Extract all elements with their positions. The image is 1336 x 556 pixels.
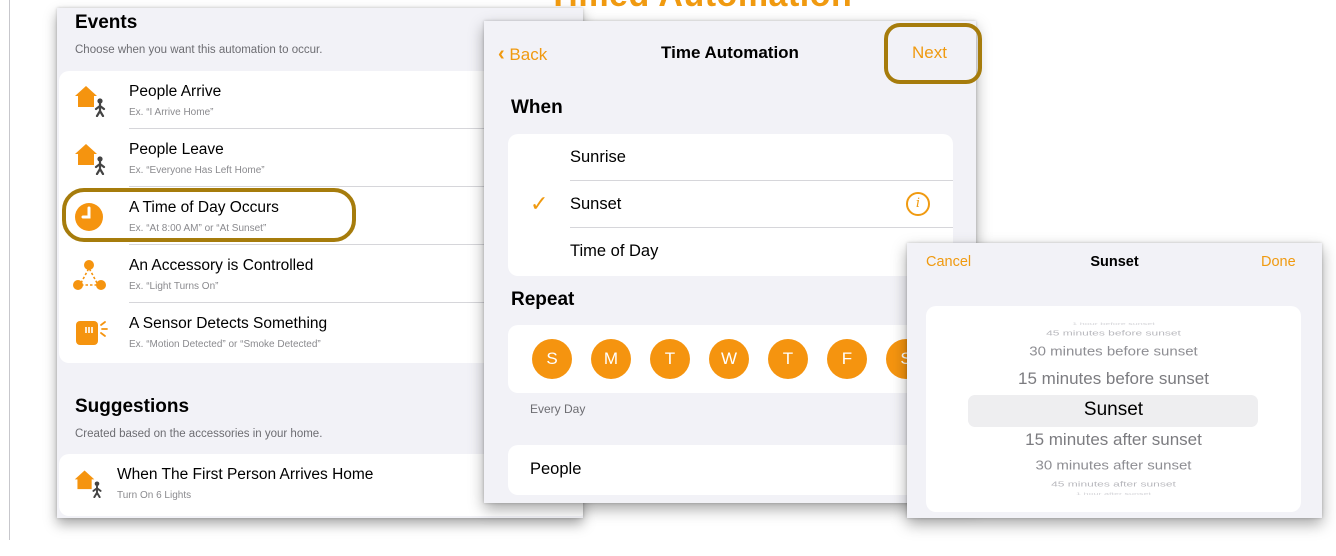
- suggestions-section-subtitle: Created based on the accessories in your…: [75, 428, 323, 440]
- day-toggle-friday[interactable]: F: [827, 339, 867, 379]
- event-title: People Arrive: [129, 83, 222, 100]
- people-label: People: [530, 460, 582, 478]
- when-option-time-of-day[interactable]: Time of Day: [508, 228, 953, 275]
- day-toggle-tuesday[interactable]: T: [650, 339, 690, 379]
- suggestion-subtitle: Turn On 6 Lights: [117, 490, 192, 501]
- event-subtitle: Ex. “Light Turns On”: [129, 281, 219, 292]
- option-label: Time of Day: [570, 242, 659, 260]
- event-title: People Leave: [129, 141, 224, 158]
- wheel-item[interactable]: 30 minutes after sunset: [926, 458, 1301, 472]
- time-automation-panel: ‹ Back Time Automation Next When Sunrise…: [484, 21, 976, 503]
- house-person-icon: [75, 86, 106, 117]
- picker-title: Sunset: [1090, 254, 1139, 270]
- repeat-summary: Every Day: [530, 402, 586, 416]
- accessory-network-icon: [73, 260, 106, 290]
- wheel-item-selected[interactable]: Sunset: [926, 399, 1301, 421]
- done-button[interactable]: Done: [1261, 254, 1296, 270]
- info-icon[interactable]: i: [906, 192, 930, 216]
- banner-title: Timed Automation: [460, 0, 940, 15]
- event-title: An Accessory is Controlled: [129, 257, 314, 274]
- people-row[interactable]: People: [508, 445, 953, 495]
- wheel-item[interactable]: 45 minutes after sunset: [926, 480, 1301, 488]
- option-label: Sunset: [570, 195, 622, 213]
- event-subtitle: Ex. “I Arrive Home”: [129, 107, 214, 118]
- wheel-item[interactable]: 45 minutes before sunset: [926, 329, 1301, 337]
- wheel-item[interactable]: 15 minutes after sunset: [926, 430, 1301, 450]
- events-section-title: Events: [75, 12, 138, 33]
- suggestions-section-title: Suggestions: [75, 396, 190, 417]
- house-person-icon: [74, 470, 102, 498]
- suggestion-title: When The First Person Arrives Home: [117, 466, 374, 483]
- checkmark-icon: ✓: [530, 191, 549, 216]
- wheel-item[interactable]: 30 minutes before sunset: [926, 344, 1301, 358]
- day-toggle-monday[interactable]: M: [591, 339, 631, 379]
- sunset-picker-panel: Cancel Sunset Done 1 hour before sunset …: [907, 243, 1322, 518]
- sensor-icon: [76, 321, 108, 345]
- wheel-item[interactable]: 1 hour before sunset: [926, 322, 1301, 326]
- when-option-sunset[interactable]: ✓ Sunset i: [508, 181, 953, 228]
- house-person-icon: [75, 144, 106, 175]
- day-toggle-sunday[interactable]: S: [532, 339, 572, 379]
- page-edge-line: [9, 0, 10, 540]
- option-label: Sunrise: [570, 148, 626, 166]
- day-toggle-wednesday[interactable]: W: [709, 339, 749, 379]
- event-subtitle: Ex. “Motion Detected” or “Smoke Detected…: [129, 339, 321, 350]
- day-toggle-thursday[interactable]: T: [768, 339, 808, 379]
- when-option-sunrise[interactable]: Sunrise: [508, 134, 953, 181]
- event-title: A Sensor Detects Something: [129, 315, 328, 332]
- wheel-item[interactable]: 1 hour after sunset: [926, 492, 1301, 496]
- highlight-ring-time-of-day: [62, 188, 356, 242]
- wheel-item[interactable]: 15 minutes before sunset: [926, 369, 1301, 389]
- highlight-ring-next: [884, 23, 982, 84]
- sunset-offset-wheel[interactable]: 1 hour before sunset 45 minutes before s…: [926, 306, 1301, 512]
- repeat-days-group: S M T W T F S: [508, 325, 953, 393]
- when-options-group: Sunrise ✓ Sunset i Time of Day: [508, 134, 953, 276]
- when-section-title: When: [511, 97, 563, 118]
- events-section-subtitle: Choose when you want this automation to …: [75, 44, 323, 56]
- event-subtitle: Ex. “Everyone Has Left Home”: [129, 165, 265, 176]
- repeat-section-title: Repeat: [511, 289, 575, 310]
